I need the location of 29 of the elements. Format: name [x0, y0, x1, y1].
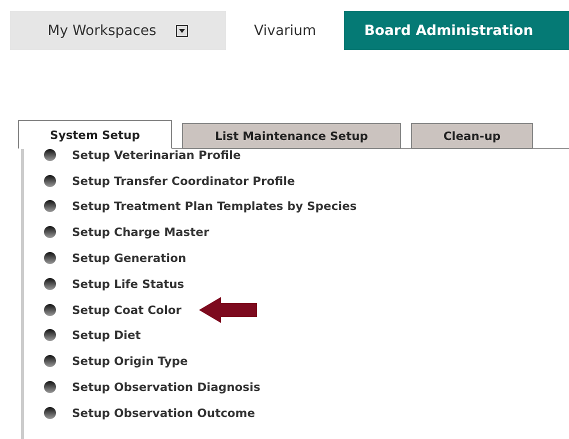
menu-link[interactable]: Setup Transfer Coordinator Profile [72, 174, 295, 188]
tab[interactable]: List Maintenance Setup [182, 123, 401, 149]
bullet-icon [44, 355, 56, 368]
bullet-icon [44, 381, 56, 394]
menu-link[interactable]: Setup Origin Type [72, 354, 188, 368]
menu-link[interactable]: Setup Generation [72, 251, 186, 266]
menu-link[interactable]: Setup Treatment Plan Templates by Species [72, 199, 357, 214]
bullet-icon [44, 226, 56, 238]
bullet-icon [44, 174, 56, 187]
bullet-icon [44, 406, 56, 419]
bullet-icon [44, 200, 56, 212]
menu-link[interactable]: Setup Veterinarian Profile [72, 148, 241, 162]
nav-tab[interactable]: Vivarium [226, 11, 344, 50]
menu-link[interactable]: Setup Observation Diagnosis [72, 380, 260, 394]
menu-link[interactable]: Setup Charge Master [72, 225, 210, 240]
bullet-icon [44, 148, 56, 161]
bullet-icon [44, 278, 56, 290]
tab[interactable]: Clean-up [411, 123, 533, 149]
bullet-icon [44, 304, 56, 316]
nav-tab[interactable]: Board Administration [344, 11, 569, 50]
menu-link[interactable]: Setup Diet [72, 328, 141, 342]
bullet-icon [44, 329, 56, 342]
menu-link[interactable]: Setup Life Status [72, 276, 184, 291]
tab[interactable]: System Setup [18, 120, 172, 149]
dropdown-icon[interactable] [176, 24, 188, 36]
bullet-icon [44, 252, 56, 264]
nav-tab[interactable]: My Workspaces [10, 11, 226, 50]
menu-link[interactable]: Setup Observation Outcome [72, 406, 256, 420]
menu-link[interactable]: Setup Coat Color [72, 302, 182, 317]
